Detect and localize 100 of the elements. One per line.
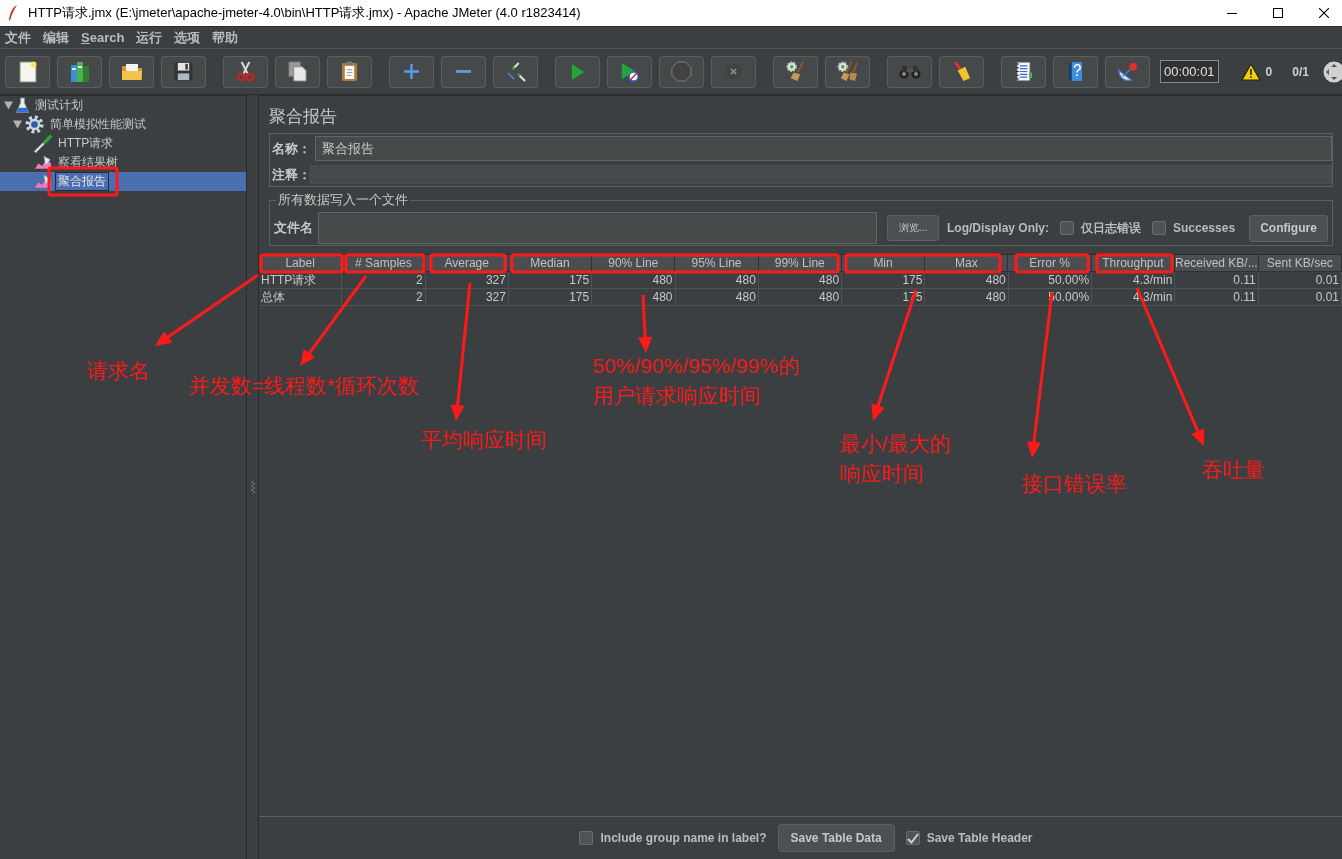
copy-button[interactable] <box>275 55 320 88</box>
annotation-text: 请求名 <box>87 358 150 384</box>
save-table-data-button[interactable]: Save Table Data <box>777 824 895 852</box>
checkbox[interactable] <box>579 831 594 845</box>
table-cell: 0.01 <box>1258 272 1342 289</box>
menu-item[interactable]: 选项 <box>169 28 206 47</box>
close-icon[interactable] <box>1319 8 1329 18</box>
configure-button[interactable]: Configure <box>1249 214 1328 242</box>
open-button[interactable] <box>109 55 154 88</box>
table-cell: 4.3/min <box>1092 272 1176 289</box>
brooms-gear-icon <box>836 61 859 82</box>
search-button[interactable] <box>887 55 932 88</box>
books-icon <box>69 60 90 83</box>
play-prohibited-icon <box>620 61 639 82</box>
table-cell: 0.11 <box>1175 272 1259 289</box>
start-button[interactable] <box>555 55 600 88</box>
help-button[interactable] <box>1053 55 1098 88</box>
gear-icon <box>25 115 44 134</box>
table-cell: 2 <box>342 289 426 306</box>
table-cell: 175 <box>508 289 593 306</box>
tree-item[interactable]: 聚合报告 <box>0 172 246 191</box>
menu-item[interactable]: 运行 <box>131 28 168 47</box>
filename-field[interactable] <box>318 212 877 244</box>
column-header[interactable]: Sent KB/sec <box>1258 255 1342 272</box>
collapse-button[interactable] <box>441 55 486 88</box>
menu-item[interactable]: 帮助 <box>207 28 244 47</box>
menu-item[interactable]: Search <box>76 30 130 45</box>
clear-button[interactable] <box>773 55 818 88</box>
minimize-icon[interactable] <box>1227 12 1237 14</box>
filename-label: 文件名 <box>274 219 313 237</box>
broom-icon <box>952 61 971 82</box>
save-button[interactable] <box>161 55 206 88</box>
function-helper-button[interactable] <box>1001 55 1046 88</box>
browse-button[interactable]: 浏览... <box>887 215 939 241</box>
caret-down-icon[interactable] <box>4 101 13 110</box>
stop-sign-icon <box>671 61 692 82</box>
play-icon <box>570 62 585 81</box>
table-cell: 480 <box>758 272 843 289</box>
help-book-icon <box>1068 61 1083 82</box>
table-cell: 总体 <box>259 289 343 306</box>
expand-button[interactable] <box>389 55 434 88</box>
tree-item[interactable]: 简单模拟性能测试 <box>0 115 246 134</box>
table-cell: 50.00% <box>1008 272 1093 289</box>
comment-label: 注释： <box>272 165 311 184</box>
warning-icon[interactable] <box>1240 62 1261 81</box>
menu-item[interactable]: 编辑 <box>38 28 74 47</box>
table-cell: 480 <box>925 289 1009 306</box>
new-button[interactable] <box>5 55 50 88</box>
group-title: 所有数据写入一个文件 <box>277 191 409 209</box>
checkbox[interactable] <box>905 831 920 845</box>
flask-icon <box>16 97 29 114</box>
clipboard-icon <box>341 61 358 82</box>
comment-field[interactable] <box>310 165 1332 184</box>
toggle-button[interactable] <box>493 55 538 88</box>
table-cell: 480 <box>592 272 676 289</box>
copy-icon <box>288 61 307 82</box>
checkbox-label: Include group name in label? <box>600 831 767 845</box>
menu-item[interactable]: 文件 <box>0 28 36 47</box>
maximize-icon[interactable] <box>1273 8 1283 18</box>
table-cell: 480 <box>592 289 676 306</box>
document-icon <box>18 60 37 83</box>
grip-handle[interactable] <box>250 481 255 493</box>
highlight-frame <box>47 166 119 197</box>
tree-item[interactable]: 测试计划 <box>0 96 246 115</box>
name-label: 名称： <box>272 139 311 158</box>
log-display-label: Log/Display Only: <box>947 221 1049 235</box>
clear-all-button[interactable] <box>825 55 870 88</box>
thread-count: 0/1 <box>1292 64 1309 79</box>
annotation-text: 最小/最大的 响应时间 <box>840 431 951 487</box>
remote-button[interactable] <box>1105 55 1150 88</box>
table-cell: 480 <box>758 289 843 306</box>
pipettes-icon <box>505 61 526 82</box>
satellite-dish-icon <box>1117 62 1138 81</box>
table-cell: 327 <box>425 272 509 289</box>
templates-button[interactable] <box>57 55 102 88</box>
pipette-icon <box>34 134 52 153</box>
checkbox[interactable] <box>1152 221 1166 235</box>
quill-icon <box>8 5 18 21</box>
annotation-text: 50%/90%/95%/99%的 用户请求响应时间 <box>593 353 800 409</box>
tree-item[interactable]: HTTP请求 <box>0 134 246 153</box>
circle-arrows-icon[interactable] <box>1323 60 1342 83</box>
plus-icon <box>404 64 419 79</box>
annotation-text: 平均响应时间 <box>421 427 547 453</box>
table-cell: 175 <box>842 272 926 289</box>
caret-down-icon[interactable] <box>13 120 22 129</box>
start-no-pauses-button[interactable] <box>607 55 652 88</box>
cut-button[interactable] <box>223 55 268 88</box>
minus-icon <box>456 70 471 73</box>
name-field[interactable]: 聚合报告 <box>315 136 1332 161</box>
octagon-x-icon <box>725 63 742 80</box>
window-title: HTTP请求.jmx (E:\jmeter\apache-jmeter-4.0\bin\HTTP请求.jmx) - Apache JMeter (4.0 r1823414) <box>28 4 581 22</box>
reset-search-button[interactable] <box>939 55 984 88</box>
paste-button[interactable] <box>327 55 372 88</box>
binoculars-icon <box>898 64 921 79</box>
column-header[interactable]: Received KB/... <box>1175 255 1259 272</box>
panel-title: 聚合报告 <box>269 106 338 128</box>
table-cell: 480 <box>675 272 759 289</box>
tree-item[interactable]: 察看结果树 <box>0 153 246 172</box>
checkbox[interactable] <box>1060 221 1074 235</box>
table-cell: 0.01 <box>1258 289 1342 306</box>
